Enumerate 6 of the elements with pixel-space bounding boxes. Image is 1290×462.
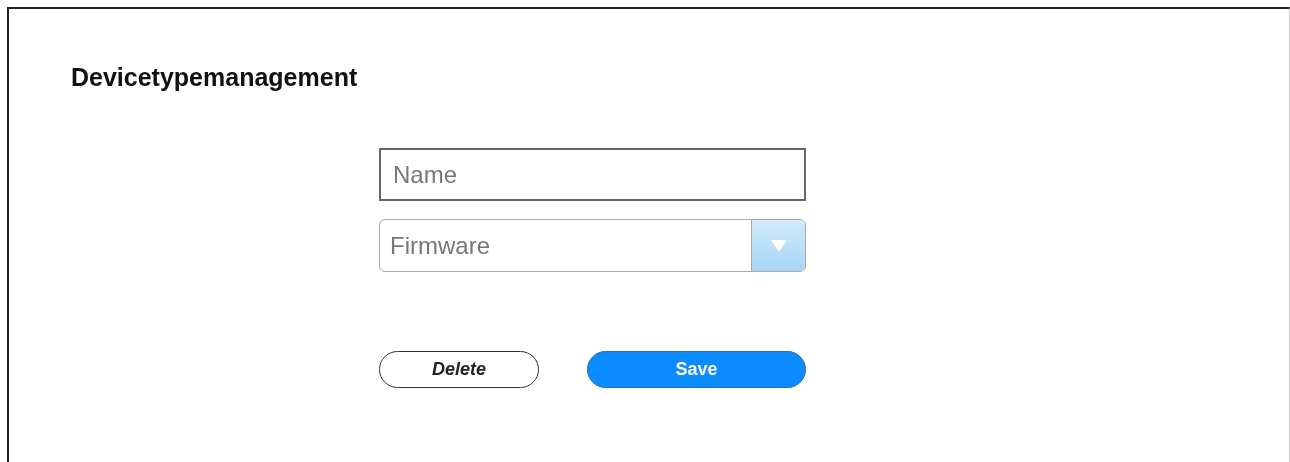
dropdown-arrow-icon xyxy=(770,239,787,252)
delete-button[interactable]: Delete xyxy=(379,351,539,388)
firmware-dropdown[interactable]: Firmware xyxy=(379,219,806,272)
page-title: Devicetypemanagement xyxy=(71,63,359,92)
save-button[interactable]: Save xyxy=(587,351,806,388)
name-field[interactable]: Name xyxy=(379,148,806,201)
